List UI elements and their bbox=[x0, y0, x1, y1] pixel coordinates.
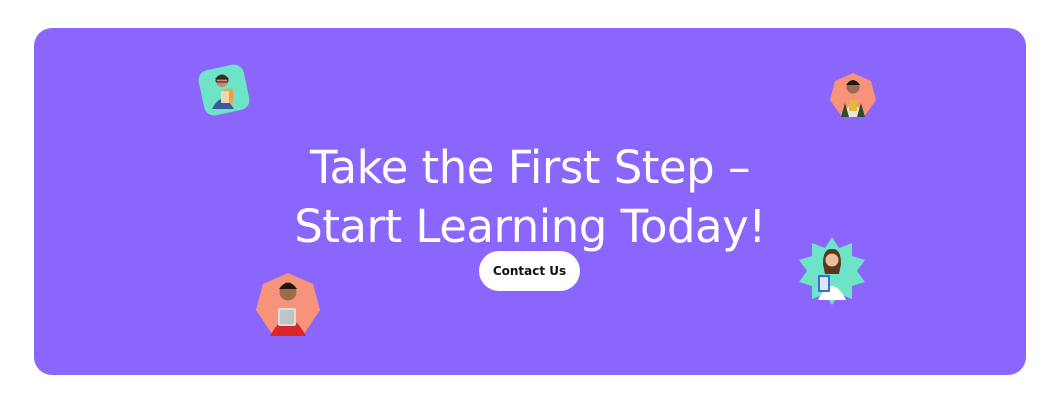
headline-line-2: Start Learning Today! bbox=[294, 200, 766, 253]
student-with-backpack-photo bbox=[830, 73, 876, 117]
student-with-notebooks-photo bbox=[198, 64, 250, 116]
page-headline: Take the First Step – Start Learning Tod… bbox=[34, 138, 1026, 256]
student-holding-laptop-photo bbox=[256, 273, 320, 336]
student-avatar-bottom-left bbox=[252, 270, 324, 342]
contact-us-button[interactable]: Contact Us bbox=[479, 251, 580, 291]
cta-banner: Take the First Step – Start Learning Tod… bbox=[34, 28, 1026, 375]
headline-line-1: Take the First Step – bbox=[310, 141, 750, 194]
student-avatar-top-right bbox=[826, 70, 880, 124]
student-avatar-top-left bbox=[197, 63, 251, 117]
